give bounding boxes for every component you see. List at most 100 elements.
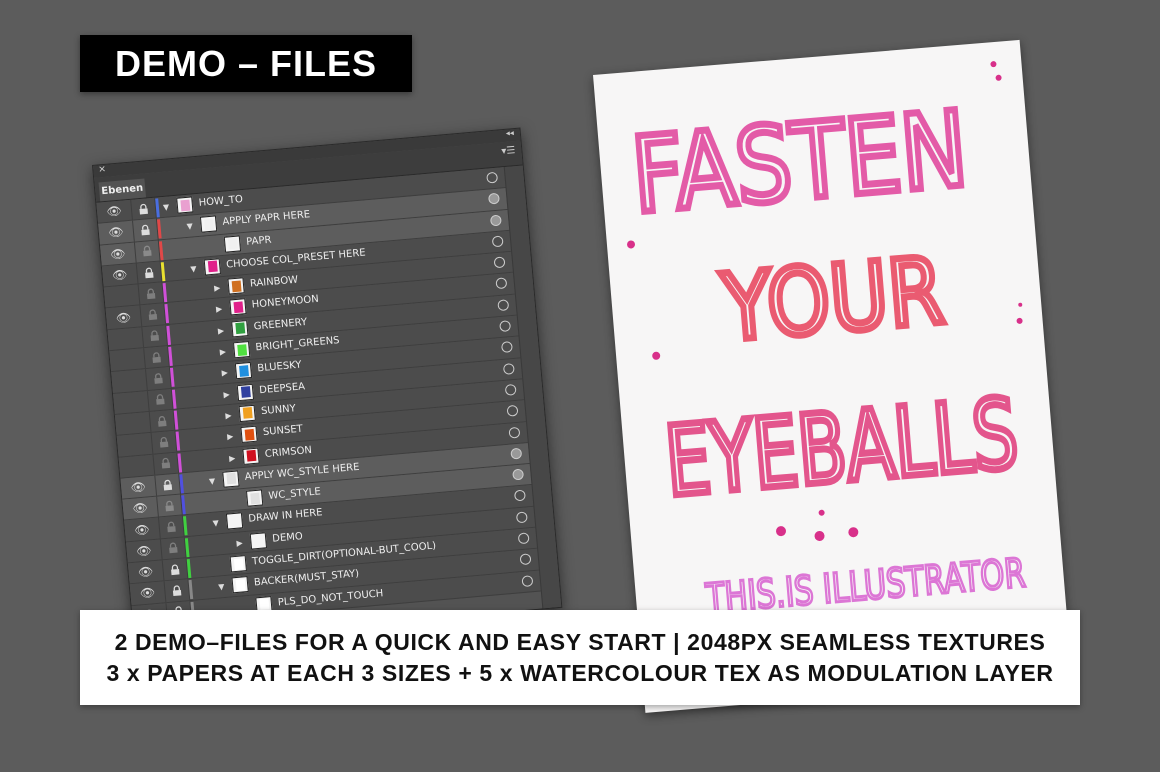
visibility-toggle[interactable]: 👁: [98, 220, 135, 245]
visibility-toggle[interactable]: 👁: [120, 475, 158, 499]
caret-down-icon[interactable]: ▼: [186, 222, 193, 232]
layer-name[interactable]: CRIMSON: [264, 445, 312, 460]
lock-toggle[interactable]: [143, 346, 170, 369]
target-circle-icon[interactable]: [508, 426, 521, 439]
target-circle-icon[interactable]: [504, 383, 517, 396]
lock-toggle[interactable]: [148, 409, 176, 433]
lock-toggle[interactable]: [130, 197, 157, 221]
target-circle-icon[interactable]: [491, 235, 504, 248]
caret-down-icon[interactable]: ▼: [212, 519, 219, 529]
visibility-toggle[interactable]: [111, 369, 148, 393]
layer-name[interactable]: SUNNY: [261, 403, 297, 417]
layer-name[interactable]: RAINBOW: [250, 275, 299, 290]
caret-right-icon[interactable]: ▶: [229, 453, 236, 463]
target-circle-icon[interactable]: [506, 405, 519, 418]
layer-name[interactable]: PLS_DO_NOT_TOUCH: [277, 588, 383, 608]
caret-right-icon[interactable]: ▶: [219, 347, 226, 357]
layer-name[interactable]: BACKER(MUST_STAY): [254, 569, 360, 589]
target-circle-icon[interactable]: [510, 447, 523, 460]
caret-down-icon[interactable]: ▼: [209, 476, 216, 486]
layer-name[interactable]: PAPR: [246, 234, 272, 247]
target-circle-icon[interactable]: [488, 192, 500, 205]
layer-color-bar: [168, 346, 173, 367]
visibility-toggle[interactable]: 👁: [127, 560, 165, 584]
target-circle-icon[interactable]: [493, 256, 506, 269]
target-circle-icon[interactable]: [515, 511, 528, 524]
layer-name[interactable]: HONEYMOON: [251, 294, 319, 311]
caret-down-icon[interactable]: ▼: [163, 202, 170, 212]
close-icon[interactable]: ✕: [98, 165, 106, 176]
panel-menu-icon[interactable]: ▾☰: [501, 145, 516, 157]
visibility-toggle[interactable]: 👁: [100, 242, 137, 266]
lock-toggle[interactable]: [159, 537, 187, 560]
visibility-toggle[interactable]: 👁: [124, 517, 161, 542]
lock-toggle[interactable]: [145, 367, 172, 390]
target-circle-icon[interactable]: [514, 489, 526, 502]
caret-right-icon[interactable]: ▶: [216, 305, 223, 315]
lock-toggle[interactable]: [141, 324, 168, 348]
lock-toggle[interactable]: [152, 452, 180, 475]
caret-right-icon[interactable]: ▶: [236, 538, 243, 548]
lock-toggle[interactable]: [158, 515, 185, 539]
visibility-toggle[interactable]: 👁: [96, 199, 133, 223]
layer-name[interactable]: BRIGHT_GREENS: [255, 335, 340, 353]
layer-name[interactable]: BLUESKY: [257, 360, 302, 375]
visibility-toggle[interactable]: 👁: [105, 305, 143, 330]
visibility-toggle[interactable]: [109, 348, 146, 372]
layer-name[interactable]: SUNSET: [263, 424, 304, 438]
target-circle-icon[interactable]: [502, 362, 515, 375]
caret-right-icon[interactable]: ▶: [221, 368, 228, 378]
lock-toggle[interactable]: [163, 579, 191, 602]
target-circle-icon[interactable]: [486, 171, 499, 184]
target-circle-icon[interactable]: [495, 277, 508, 290]
lock-toggle[interactable]: [154, 473, 181, 496]
visibility-toggle[interactable]: 👁: [129, 581, 167, 605]
lock-toggle[interactable]: [137, 282, 165, 305]
caret-right-icon[interactable]: ▶: [214, 283, 221, 293]
target-circle-icon[interactable]: [489, 214, 502, 227]
target-circle-icon[interactable]: [521, 574, 534, 587]
double-chevron-left-icon[interactable]: ◂◂: [505, 128, 514, 138]
target-circle-icon[interactable]: [501, 341, 513, 354]
visibility-toggle[interactable]: [118, 454, 156, 478]
lock-icon: [153, 369, 164, 389]
visibility-toggle[interactable]: 👁: [126, 539, 163, 563]
visibility-toggle[interactable]: [107, 327, 145, 351]
visibility-toggle[interactable]: 👁: [122, 496, 159, 521]
layer-name[interactable]: DEMO: [272, 531, 303, 545]
layer-name[interactable]: WC_STYLE: [268, 486, 321, 502]
caret-right-icon[interactable]: ▶: [225, 411, 232, 421]
caret-down-icon[interactable]: ▼: [190, 264, 197, 274]
lock-toggle[interactable]: [150, 431, 178, 454]
lock-toggle[interactable]: [156, 494, 183, 518]
lock-toggle[interactable]: [135, 261, 163, 284]
lock-toggle[interactable]: [161, 558, 189, 581]
lock-toggle[interactable]: [132, 218, 159, 242]
caret-right-icon[interactable]: ▶: [227, 432, 234, 442]
target-circle-icon[interactable]: [519, 553, 532, 566]
banner-line-2: 3 x PAPERS AT EACH 3 SIZES + 5 x WATERCO…: [106, 659, 1054, 686]
lock-toggle[interactable]: [139, 303, 167, 327]
caret-right-icon[interactable]: ▶: [218, 326, 225, 336]
target-circle-icon[interactable]: [499, 320, 512, 333]
caret-down-icon[interactable]: ▼: [218, 582, 225, 592]
caret-right-icon[interactable]: ▶: [223, 390, 230, 400]
lock-toggle[interactable]: [133, 240, 161, 263]
visibility-toggle[interactable]: [103, 284, 141, 308]
layer-name[interactable]: DRAW IN HERE: [248, 508, 323, 525]
visibility-toggle[interactable]: [116, 433, 154, 457]
visibility-toggle[interactable]: 👁: [101, 263, 139, 287]
visibility-toggle[interactable]: [114, 411, 152, 436]
layer-color-bar: [171, 389, 177, 409]
layer-color-bar: [166, 325, 171, 345]
art-line-3: EYEBALLS: [661, 378, 1022, 518]
target-circle-icon[interactable]: [497, 299, 510, 311]
layer-name[interactable]: GREENERY: [253, 317, 307, 333]
target-circle-icon[interactable]: [517, 532, 530, 545]
layer-name[interactable]: DEEPSEA: [259, 381, 306, 396]
layer-name[interactable]: APPLY PAPR HERE: [222, 209, 311, 228]
layer-name[interactable]: HOW_TO: [198, 194, 243, 209]
lock-toggle[interactable]: [146, 388, 174, 411]
visibility-toggle[interactable]: [113, 390, 150, 414]
target-circle-icon[interactable]: [512, 468, 525, 481]
